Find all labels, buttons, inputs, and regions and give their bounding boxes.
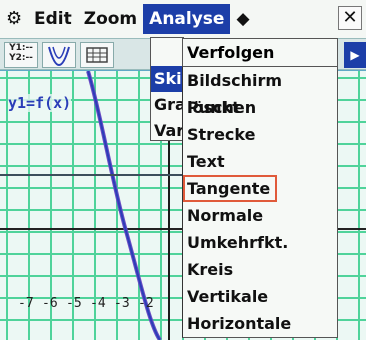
pointer-line: [0, 174, 182, 176]
parabola-icon: [48, 46, 70, 66]
menu-zoom[interactable]: Zoom: [78, 4, 143, 34]
submenu-item-umkehrfkt[interactable]: Umkehrfkt.: [183, 229, 337, 256]
menu-edit[interactable]: Edit: [28, 4, 78, 34]
table-icon: [86, 47, 108, 63]
menu-item-verfolgen[interactable]: Verfolgen: [182, 38, 338, 66]
submenu-item-tangente[interactable]: Tangente: [183, 175, 277, 202]
analyse-dropdown: Ski Gra Var: [150, 37, 184, 141]
submenu-item-horizontale[interactable]: Horizontale: [183, 310, 337, 337]
x-tick-label: -3: [114, 296, 130, 311]
submenu-item-kreis[interactable]: Kreis: [183, 256, 337, 283]
submenu-item-vertikale[interactable]: Vertikale: [183, 283, 337, 310]
graph-editor-button[interactable]: Y1:-- Y2:--: [4, 42, 38, 68]
function-label: y1=f(x): [8, 94, 72, 112]
toolbar-scroll-right-icon[interactable]: ▶: [344, 42, 366, 68]
submenu-item-bildschirm-loeschen[interactable]: Bildschirm löschen: [183, 67, 337, 117]
sketch-submenu: Bildschirm löschen Punkt Strecke Text Ta…: [182, 66, 338, 338]
submenu-item-normale[interactable]: Normale: [183, 202, 337, 229]
submenu-item-punkt[interactable]: Punkt: [183, 94, 337, 121]
menu-item-grafik[interactable]: Gra: [151, 92, 183, 118]
graph-view-icon[interactable]: [42, 42, 76, 68]
x-tick-label: -2: [138, 296, 154, 311]
submenu-item-text[interactable]: Text: [183, 148, 337, 175]
menu-bar: ⚙ Edit Zoom Analyse ◆ ✕: [0, 0, 366, 38]
x-tick-label: -5: [66, 296, 82, 311]
submenu-item-strecke[interactable]: Strecke: [183, 121, 337, 148]
x-tick-label: -6: [42, 296, 58, 311]
table-view-icon[interactable]: [80, 42, 114, 68]
menu-analyse[interactable]: Analyse: [143, 4, 231, 34]
menu-item-variablen[interactable]: Var: [151, 118, 183, 144]
gear-icon[interactable]: ⚙: [0, 4, 28, 34]
menu-diamond-icon[interactable]: ◆: [230, 4, 255, 34]
x-tick-label: -7: [18, 296, 34, 311]
analyse-spacer: [151, 38, 183, 66]
menu-item-skizze[interactable]: Ski: [151, 66, 183, 92]
x-tick-label: -4: [90, 296, 106, 311]
close-icon[interactable]: ✕: [338, 6, 362, 30]
